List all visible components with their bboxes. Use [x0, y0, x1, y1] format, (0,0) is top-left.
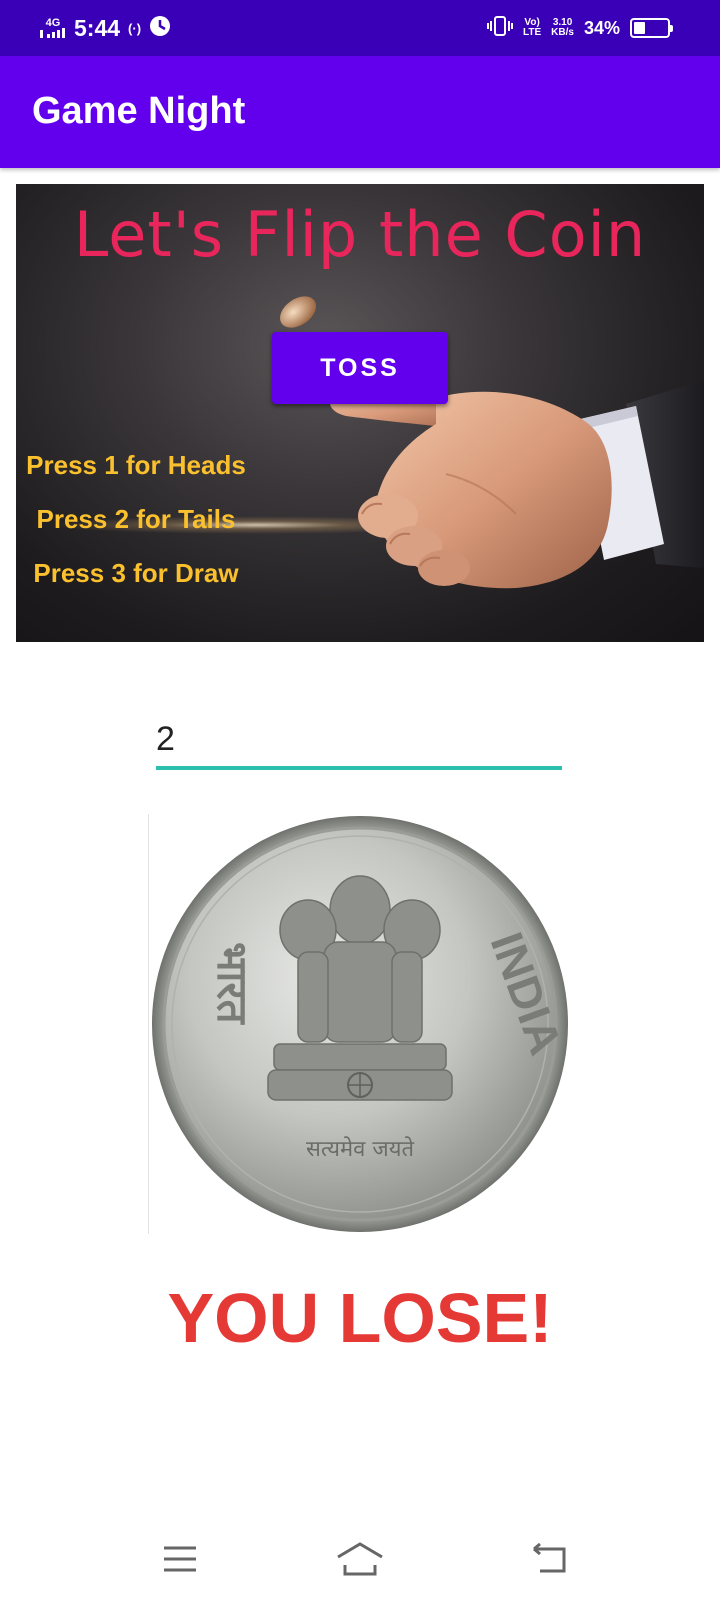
instruction-heads: Press 1 for Heads	[26, 450, 246, 480]
battery-percent: 34%	[583, 17, 620, 38]
battery-level	[634, 22, 645, 34]
result-text: YOU LOSE!	[167, 1279, 553, 1357]
data-saver-icon	[149, 15, 171, 42]
menu-icon[interactable]	[150, 1534, 210, 1584]
banner-title: Let's Flip the Coin	[73, 198, 647, 271]
app-bar: Game Night	[0, 56, 720, 168]
home-icon[interactable]	[330, 1534, 390, 1584]
instruction-tails: Press 2 for Tails	[36, 504, 236, 534]
coin-flip-banner: Let's Flip the Coin TOSS Press 1 for Hea…	[16, 184, 704, 642]
coin-image: भारत INDIA सत्यमेव जयते	[148, 812, 572, 1236]
coin-illustration: भारत INDIA सत्यमेव जयते	[152, 816, 572, 1232]
network-type: 4G	[45, 17, 61, 29]
coin-text-hindi: भारत	[208, 942, 257, 1026]
battery-icon	[630, 18, 673, 38]
signal-icon: 4G	[40, 18, 66, 38]
app-title: Game Night	[32, 90, 246, 132]
navigation-bar	[0, 1518, 720, 1600]
toss-button[interactable]: TOSS	[272, 332, 448, 404]
status-bar: 4G 5:44 (·) Vo) LTE 3.10 KB/s 34%	[0, 0, 720, 56]
network-speed: 3.10 KB/s	[551, 17, 574, 38]
status-left: 4G 5:44 (·)	[40, 14, 171, 42]
back-icon[interactable]	[520, 1534, 580, 1584]
hotspot-icon: (·)	[128, 20, 142, 36]
small-coin	[279, 296, 317, 328]
status-right: Vo) LTE 3.10 KB/s 34%	[487, 14, 673, 42]
clock: 5:44	[74, 14, 121, 41]
coin-motto: सत्यमेव जयते	[306, 1136, 414, 1162]
guess-input[interactable]	[156, 712, 562, 770]
instruction-draw: Press 3 for Draw	[33, 558, 239, 588]
vibrate-icon	[487, 15, 514, 42]
volte-indicator: Vo) LTE	[523, 17, 542, 38]
